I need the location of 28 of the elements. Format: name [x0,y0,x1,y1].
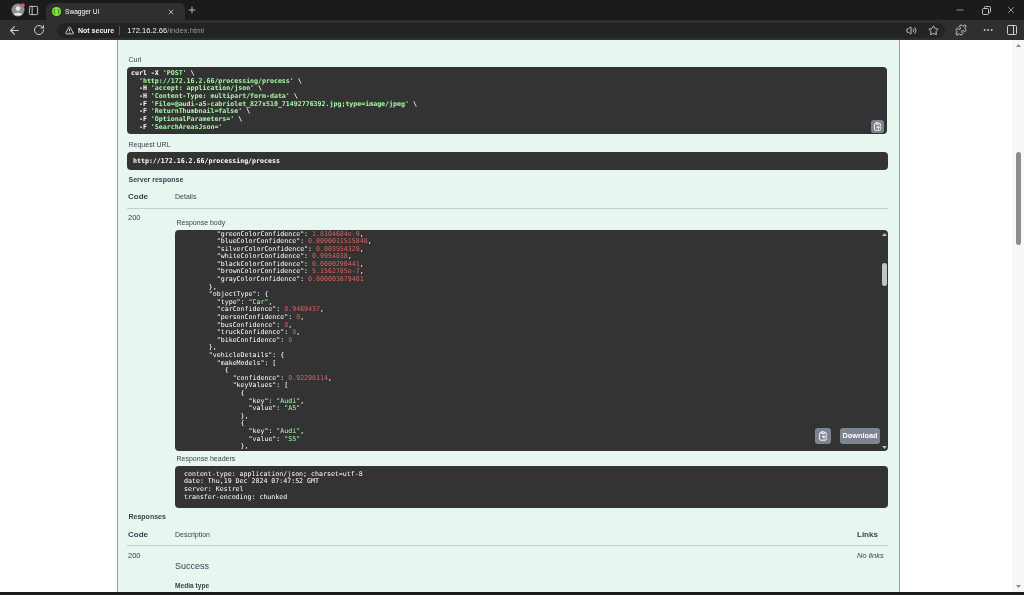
scroll-up-icon[interactable] [1015,44,1021,47]
clipboard-icon [818,430,828,441]
close-icon[interactable] [1006,5,1016,15]
copy-button[interactable] [815,427,831,444]
back-icon[interactable] [8,23,21,37]
scrollbar-thumb[interactable] [1016,152,1021,245]
column-header: Code [128,528,148,541]
response-description: Success [175,559,209,572]
clipboard-icon [873,122,882,131]
star-icon[interactable] [928,24,939,36]
scroll-down-icon[interactable] [1015,585,1021,588]
column-header: Code [128,191,148,203]
logo-icon [52,7,61,16]
puzzle-icon[interactable] [955,24,967,36]
restore-icon[interactable] [981,5,991,15]
speaker-icon[interactable] [906,24,917,36]
reload-icon[interactable] [33,24,45,36]
sidebar-icon[interactable] [1006,24,1018,36]
copy-button[interactable] [871,120,884,133]
column-header: Links [857,528,878,541]
warning-icon[interactable] [65,25,74,35]
plus-icon[interactable] [187,5,197,15]
scroll-down-icon[interactable] [881,445,887,449]
avatar-icon[interactable] [11,3,25,17]
tab-actions-icon[interactable] [28,4,39,16]
close-icon[interactable] [167,7,175,16]
scroll-up-icon[interactable] [881,232,887,236]
scrollbar-thumb[interactable] [881,262,887,286]
